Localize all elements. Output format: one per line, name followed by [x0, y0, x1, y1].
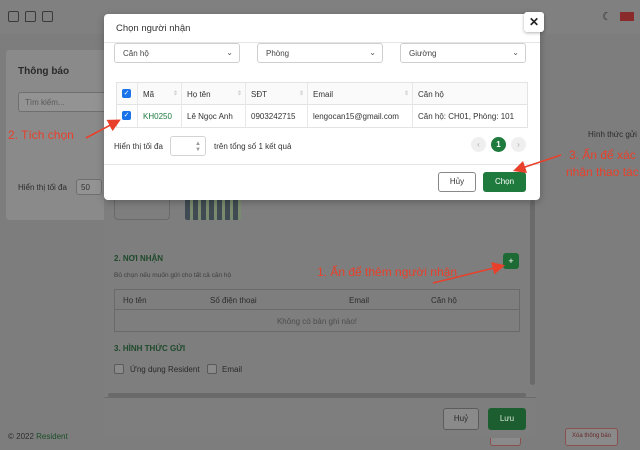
arrow-step1 [432, 262, 506, 284]
annotation-arrows [85, 119, 562, 284]
arrow-step3 [512, 154, 562, 174]
arrow-step2 [85, 119, 121, 139]
